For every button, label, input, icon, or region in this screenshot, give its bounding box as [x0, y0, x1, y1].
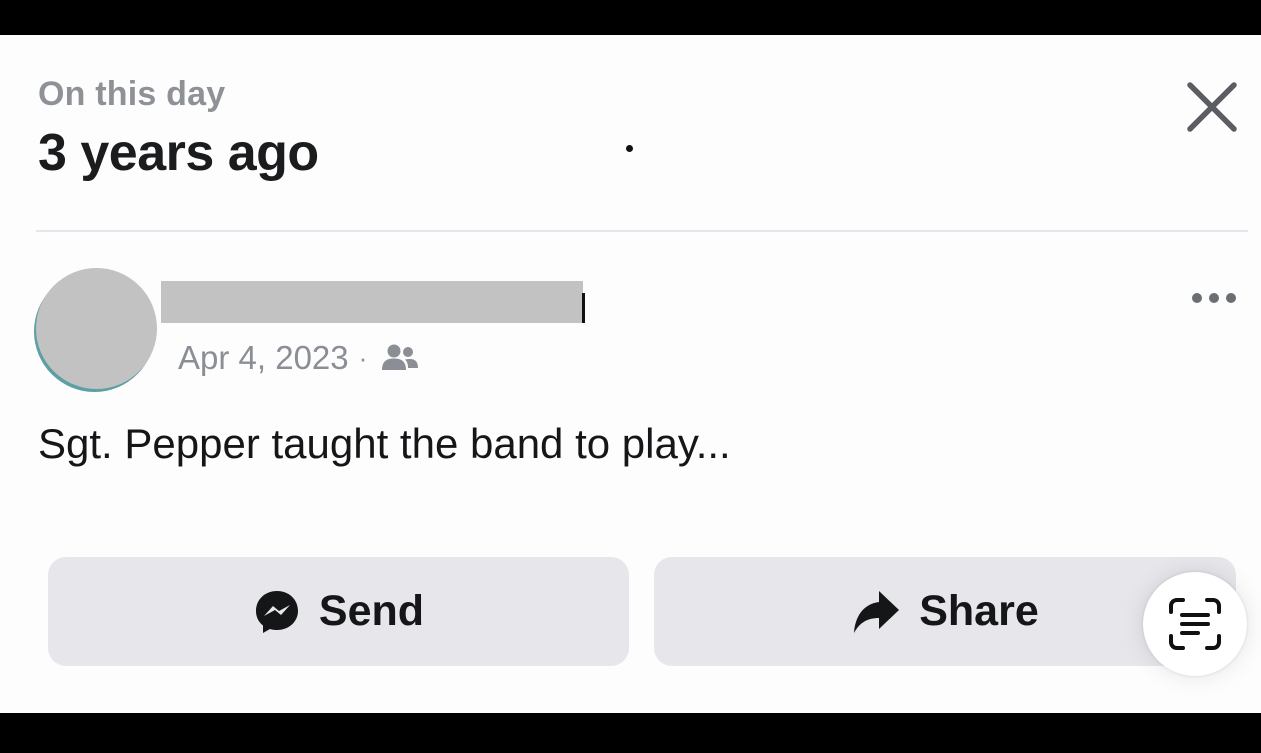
section-divider [36, 230, 1248, 232]
memory-eyebrow: On this day [38, 75, 226, 113]
author-name-redacted[interactable] [161, 281, 583, 323]
dust-speck [626, 145, 633, 152]
more-options-icon [1192, 293, 1236, 303]
messenger-icon [255, 590, 298, 633]
send-button[interactable]: Send [48, 557, 629, 666]
share-label: Share [919, 587, 1039, 635]
post-text: Sgt. Pepper taught the band to play... [38, 420, 731, 467]
post-date[interactable]: Apr 4, 2023 [178, 339, 349, 377]
memory-card: On this day 3 years ago Apr 4, 2023 · Sg… [0, 35, 1261, 713]
screen-frame: On this day 3 years ago Apr 4, 2023 · Sg… [0, 0, 1261, 753]
more-options-button[interactable] [1186, 283, 1246, 313]
author-name-remnant [582, 293, 585, 323]
memory-headline: 3 years ago [38, 124, 319, 182]
friends-icon[interactable] [381, 343, 419, 373]
meta-separator: · [358, 342, 368, 373]
live-text-scan-icon [1169, 598, 1221, 650]
close-icon [1187, 82, 1237, 132]
avatar[interactable] [36, 268, 157, 389]
live-text-button[interactable] [1143, 572, 1247, 676]
close-button[interactable] [1182, 77, 1242, 137]
share-arrow-icon [854, 590, 900, 633]
send-label: Send [318, 587, 425, 635]
post-meta: Apr 4, 2023 · [178, 339, 419, 377]
